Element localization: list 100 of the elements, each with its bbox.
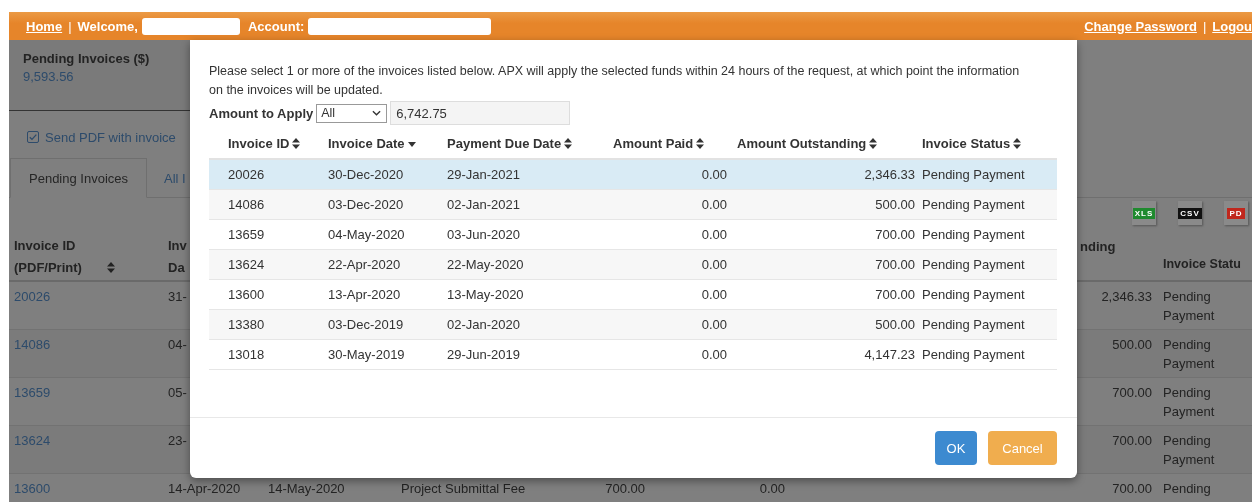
table-cell: 14-Apr-2020 (168, 481, 241, 496)
table-cell: 30-Dec-2020 (328, 167, 404, 182)
table-cell: 22-Apr-2020 (328, 257, 401, 272)
table-row[interactable]: 13624 22-Apr-2020 22-May-2020 0.00 700.00 Pending Payment (209, 250, 1057, 280)
home-link[interactable]: Home (26, 18, 63, 34)
table-cell: 500.00 (1112, 337, 1152, 352)
column-header[interactable]: Amount Paid (613, 135, 694, 151)
table-cell: 02-Jan-2021 (447, 197, 520, 212)
separator: | (68, 18, 72, 34)
send-pdf-label[interactable]: Send PDF with invoice (45, 129, 176, 145)
table-row[interactable]: 20026 30-Dec-2020 29-Jan-2021 0.00 2,346.33 Pending Payment (209, 160, 1057, 190)
table-cell: 05- (168, 385, 187, 400)
table-cell: 0.00 (701, 167, 727, 182)
change-password-link[interactable]: Change Password (1084, 18, 1197, 34)
amount-field[interactable]: 6,742.75 (390, 101, 571, 125)
column-header[interactable]: Invoice ID (228, 135, 290, 151)
table-cell: Pending Payment (1163, 289, 1215, 323)
table-cell: Pending Payment (1163, 433, 1215, 467)
table-cell: 02-Jan-2020 (447, 317, 520, 332)
table-cell: Pending Payment (1163, 337, 1215, 371)
welcome-label: Welcome, (77, 18, 138, 34)
table-cell: 700.00 (1112, 433, 1152, 448)
checkbox[interactable] (27, 131, 39, 143)
table-cell: 0.00 (701, 227, 727, 242)
tab[interactable]: All I (147, 158, 203, 198)
table-cell: 13380 (228, 317, 265, 332)
table-cell: 700.00 (875, 287, 915, 302)
table-cell: 0.00 (701, 197, 727, 212)
tab[interactable]: Pending Invoices (10, 158, 147, 198)
export-button[interactable]: CSV (1178, 201, 1202, 225)
table-row[interactable]: 13380 03-Dec-2019 02-Jan-2020 0.00 500.00 Pending Payment (209, 310, 1057, 340)
table-cell: 500.00 (875, 317, 915, 332)
table-cell: Pending (1163, 481, 1211, 496)
table-cell: 13-May-2020 (447, 287, 524, 302)
table-cell: Pending Payment (922, 317, 1025, 332)
column-header[interactable]: nding (1080, 239, 1116, 254)
export-button[interactable]: XLS (1132, 201, 1156, 225)
table-cell: Pending Payment (922, 287, 1025, 302)
ok-button[interactable]: OK (935, 431, 977, 465)
column-header[interactable]: Invoice ID (PDF/Print) (14, 235, 104, 279)
table-cell: Pending Payment (922, 257, 1025, 272)
summary-title: Pending Invoices ($) (23, 51, 151, 66)
sort-icon[interactable] (292, 137, 301, 149)
table-cell: 0.00 (701, 317, 727, 332)
dialog-message: Please select 1 or more of the invoices listed below. APX will apply the selected funds within 24 hours of the request, at which point the information on the invoices will be updated. (209, 63, 1021, 99)
invoice-link[interactable]: 20026 (14, 289, 51, 304)
table-cell: 4,147.23 (864, 347, 915, 362)
table-cell: 700.00 (875, 227, 915, 242)
sort-icon[interactable] (869, 137, 878, 149)
invoice-link[interactable]: 13600 (14, 481, 51, 496)
table-row[interactable]: 14086 03-Dec-2020 02-Jan-2021 0.00 500.00 Pending Payment (209, 190, 1057, 220)
separator: | (1202, 18, 1207, 34)
sort-icon[interactable] (696, 137, 705, 149)
table-cell: 22-May-2020 (447, 257, 524, 272)
table-cell: 0.00 (701, 257, 727, 272)
table-cell: Pending Payment (1163, 385, 1215, 419)
table-cell: 700.00 (1112, 385, 1152, 400)
table-cell: 700.00 (1112, 481, 1152, 496)
column-header[interactable]: Invoice Status (922, 135, 1011, 151)
table-cell: Project Submittal Fee (401, 481, 526, 496)
column-header[interactable]: Payment Due Date (447, 135, 562, 151)
table-cell: 29-Jun-2019 (447, 347, 520, 362)
summary-value: 9,593.56 (23, 69, 75, 84)
table-cell: Pending Payment (922, 167, 1025, 182)
invoice-link[interactable]: 13659 (14, 385, 51, 400)
table-cell: 03-Dec-2020 (328, 197, 404, 212)
column-header[interactable]: Amount Outstanding (737, 135, 867, 151)
table-cell: 0.00 (701, 287, 727, 302)
table-cell: 13600 (228, 287, 265, 302)
logout-link[interactable]: Logou (1212, 18, 1252, 34)
table-cell: Pending Payment (922, 347, 1025, 362)
sort-descending-icon[interactable] (407, 141, 416, 147)
amount-dropdown[interactable]: All (316, 103, 388, 123)
table-cell: 04- (168, 337, 187, 352)
table-cell: 23- (168, 433, 187, 448)
table-cell: 2,346.33 (1101, 289, 1152, 304)
chevron-icon (372, 110, 382, 116)
table-cell: 31- (168, 289, 187, 304)
amount-label: Amount to Apply (209, 105, 314, 121)
table-cell: 0.00 (701, 347, 727, 362)
table-cell: 14-May-2020 (268, 481, 345, 496)
table-cell: 03-Dec-2019 (328, 317, 404, 332)
column-header[interactable]: Invoice Date (328, 135, 405, 151)
column-header[interactable]: Inv Da (168, 235, 194, 279)
table-cell: 0.00 (759, 481, 785, 496)
sort-icon[interactable] (1013, 137, 1022, 149)
table-cell: 13624 (228, 257, 265, 272)
table-row[interactable]: 13018 30-May-2019 29-Jun-2019 0.00 4,147.23 Pending Payment (209, 340, 1057, 370)
table-cell: 14086 (228, 197, 265, 212)
export-button[interactable]: PD (1224, 201, 1248, 225)
table-cell: Pending Payment (922, 227, 1025, 242)
table-cell: 700.00 (605, 481, 645, 496)
table-cell: 30-May-2019 (328, 347, 405, 362)
table-cell: 2,346.33 (864, 167, 915, 182)
sort-icon[interactable] (564, 137, 573, 149)
account-label: Account: (247, 18, 305, 34)
table-cell: 13-Apr-2020 (328, 287, 401, 302)
table-cell: 04-May-2020 (328, 227, 405, 242)
table-cell: 700.00 (875, 257, 915, 272)
column-header[interactable]: Invoice Statu (1163, 257, 1241, 271)
